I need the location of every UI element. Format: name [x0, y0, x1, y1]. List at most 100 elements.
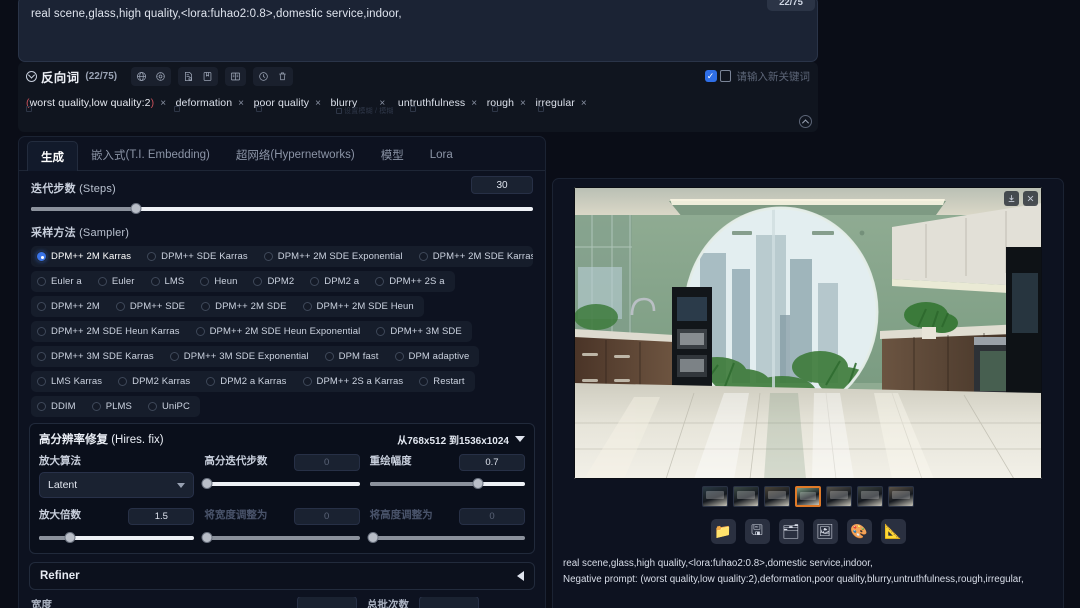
close-icon[interactable] — [1023, 191, 1038, 206]
sampler-option-label: UniPC — [161, 401, 190, 412]
sampler-option[interactable]: DPM++ 2M — [31, 296, 110, 317]
tag-chip[interactable]: ((worst quality,low quality:2)worst qual… — [26, 95, 166, 111]
tag-remove-icon[interactable]: × — [315, 98, 321, 109]
collapse-chevron-icon[interactable] — [26, 70, 37, 82]
sampler-option[interactable]: DPM++ 2M SDE Heun Karras — [31, 321, 190, 342]
denoise-slider[interactable] — [369, 478, 525, 490]
steps-slider[interactable] — [31, 203, 533, 215]
sampler-option[interactable]: DPM++ 3M SDE Karras — [31, 346, 164, 367]
output-action-buttons[interactable]: 📁 🖫 🗂 🖼 🎨 📐 — [553, 519, 1063, 544]
thumbnail-item[interactable] — [702, 486, 728, 507]
prompt-text[interactable]: real scene,glass,high quality,<lora:fuha… — [19, 0, 817, 33]
hires-resolution-dropdown[interactable]: 从768x512 到1536x1024 — [397, 432, 525, 447]
upscale-by-slider[interactable] — [39, 532, 195, 544]
tag-remove-icon[interactable]: × — [520, 98, 526, 109]
tag-sub-hint — [26, 106, 34, 113]
download-image-icon[interactable] — [1004, 191, 1019, 206]
resize-height-input[interactable]: 0 — [458, 508, 525, 525]
resize-width-slider[interactable] — [201, 532, 360, 544]
upscale-by-input[interactable]: 1.5 — [128, 508, 195, 525]
radio-icon — [169, 352, 179, 361]
sampler-option[interactable]: Heun — [194, 271, 247, 292]
new-keyword-input[interactable]: 请输入新关键词 — [737, 69, 811, 84]
sampler-option[interactable]: DPM++ 2M SDE Karras — [413, 246, 533, 267]
brackets-icon[interactable] — [719, 70, 731, 82]
thumbnail-item[interactable] — [857, 486, 883, 507]
tag-remove-icon[interactable]: × — [160, 98, 166, 109]
tab-lora[interactable]: Lora — [417, 140, 466, 170]
resize-width-input[interactable]: 0 — [293, 508, 360, 525]
steps-value-input[interactable]: 30 — [471, 176, 533, 194]
tab-generate[interactable]: 生成 — [27, 141, 78, 171]
sampler-option[interactable]: DDIM — [31, 396, 86, 417]
sampler-option[interactable]: DPM adaptive — [389, 346, 480, 367]
sampler-option[interactable]: LMS Karras — [31, 371, 112, 392]
tag-chip[interactable]: deformation × — [176, 95, 245, 111]
sampler-option[interactable]: DPM++ 2M SDE Heun Exponential — [190, 321, 371, 342]
thumbnail-strip[interactable] — [553, 486, 1063, 507]
sampler-option[interactable]: DPM++ 2M SDE — [195, 296, 296, 317]
radio-icon — [195, 327, 205, 336]
upscaler-select[interactable]: Latent — [39, 472, 195, 498]
sampler-option[interactable]: DPM2 — [247, 271, 304, 292]
sampler-option[interactable]: DPM fast — [319, 346, 389, 367]
trash-icon[interactable] — [273, 67, 292, 86]
thumbnail-item[interactable] — [764, 486, 790, 507]
send-to-extras-icon[interactable]: 📐 — [880, 519, 906, 544]
sampler-option[interactable]: DPM++ 2M SDE Heun — [297, 296, 424, 317]
chevron-left-icon[interactable] — [517, 571, 524, 581]
width-input[interactable] — [297, 597, 357, 608]
sampler-option[interactable]: DPM++ 2M Karras — [31, 246, 141, 267]
upscale-by-label: 放大倍数 — [39, 509, 81, 521]
hires-steps-slider[interactable] — [201, 478, 360, 490]
document-add-icon[interactable] — [179, 67, 198, 86]
send-to-inpaint-icon[interactable]: 🎨 — [846, 519, 872, 544]
sampler-option[interactable]: DPM++ 3M SDE Exponential — [164, 346, 319, 367]
thumbnail-item[interactable] — [795, 486, 821, 507]
save-zip-icon[interactable]: 🗂 — [778, 519, 804, 544]
sampler-option[interactable]: DPM++ 2S a — [369, 271, 454, 292]
keyword-enable-checkbox[interactable] — [704, 70, 717, 82]
sampler-option[interactable]: DPM++ SDE Karras — [141, 246, 258, 267]
sampler-option[interactable]: DPM++ 2S a Karras — [297, 371, 414, 392]
batch-count-input[interactable] — [419, 597, 479, 608]
prompt-textarea[interactable]: real scene,glass,high quality,<lora:fuha… — [18, 0, 818, 62]
sampler-option[interactable]: Euler — [92, 271, 145, 292]
resize-height-slider[interactable] — [367, 532, 525, 544]
open-folder-icon[interactable]: 📁 — [710, 519, 736, 544]
negative-collapse-button[interactable] — [799, 115, 812, 128]
sampler-option[interactable]: DPM++ 2M SDE Exponential — [258, 246, 413, 267]
tab-hypernetworks[interactable]: 超网络 (Hypernetworks) — [223, 140, 368, 170]
tab-models[interactable]: 模型 — [368, 140, 417, 170]
thumbnail-item[interactable] — [888, 486, 914, 507]
hires-steps-input[interactable]: 0 — [293, 454, 360, 471]
sampler-option[interactable]: Euler a — [31, 271, 92, 292]
tag-remove-icon[interactable]: × — [471, 98, 477, 109]
refiner-section[interactable]: Refiner — [29, 562, 535, 590]
tab-embedding[interactable]: 嵌入式 (T.I. Embedding) — [78, 140, 223, 170]
globe-icon[interactable] — [132, 67, 151, 86]
sampler-radio-grid[interactable]: DPM++ 2M Karras DPM++ SDE Karras DPM++ 2M … — [19, 243, 545, 417]
sampler-option[interactable]: Restart — [413, 371, 474, 392]
thumbnail-item[interactable] — [733, 486, 759, 507]
card-list-icon[interactable] — [226, 67, 245, 86]
sampler-option[interactable]: UniPC — [142, 396, 200, 417]
sampler-option[interactable]: PLMS — [86, 396, 142, 417]
sampler-option[interactable]: DPM2 Karras — [112, 371, 200, 392]
sampler-option[interactable]: LMS — [145, 271, 195, 292]
generated-image[interactable] — [574, 187, 1042, 479]
send-to-img2img-icon[interactable]: 🖼 — [812, 519, 838, 544]
denoise-input[interactable]: 0.7 — [458, 454, 525, 471]
thumbnail-item[interactable] — [826, 486, 852, 507]
sampler-option[interactable]: DPM2 a — [304, 271, 369, 292]
sampler-option[interactable]: DPM++ SDE — [110, 296, 195, 317]
bookmark-icon[interactable] — [198, 67, 217, 86]
sampler-option[interactable]: DPM++ 3M SDE — [370, 321, 471, 342]
sampler-option-label: DPM++ 2M SDE Heun Karras — [51, 326, 180, 337]
sampler-option[interactable]: DPM2 a Karras — [200, 371, 296, 392]
history-icon[interactable] — [254, 67, 273, 86]
tag-remove-icon[interactable]: × — [581, 98, 587, 109]
gear-icon[interactable] — [151, 67, 170, 86]
tag-remove-icon[interactable]: × — [238, 98, 244, 109]
save-icon[interactable]: 🖫 — [744, 519, 770, 544]
